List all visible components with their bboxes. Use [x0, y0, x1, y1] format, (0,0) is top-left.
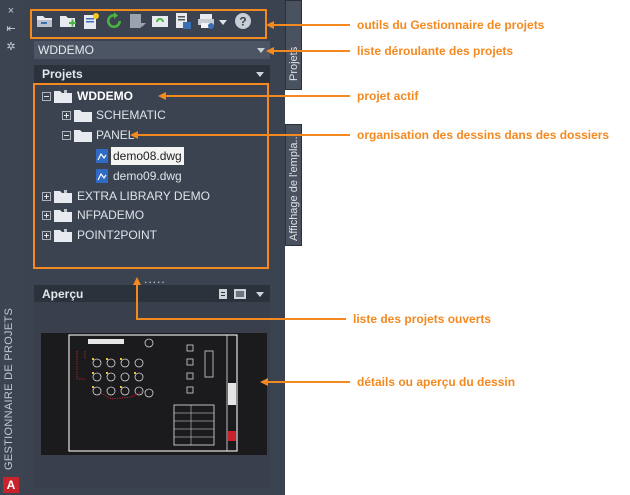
callout-toolbar: outils du Gestionnaire de projets	[357, 18, 545, 32]
tree-highlight	[33, 83, 269, 269]
arrow-open-projects	[133, 277, 346, 320]
callout-active-project: projet actif	[357, 89, 419, 103]
callout-organisation: organisation des dessins dans des dossie…	[357, 128, 610, 142]
annotation-overlay	[30, 9, 350, 386]
callout-project-list: liste déroulante des projets	[357, 44, 514, 58]
callout-open-projects: liste des projets ouverts	[353, 312, 492, 326]
callout-preview: détails ou aperçu du dessin	[357, 375, 516, 389]
toolbar-highlight	[30, 9, 267, 39]
